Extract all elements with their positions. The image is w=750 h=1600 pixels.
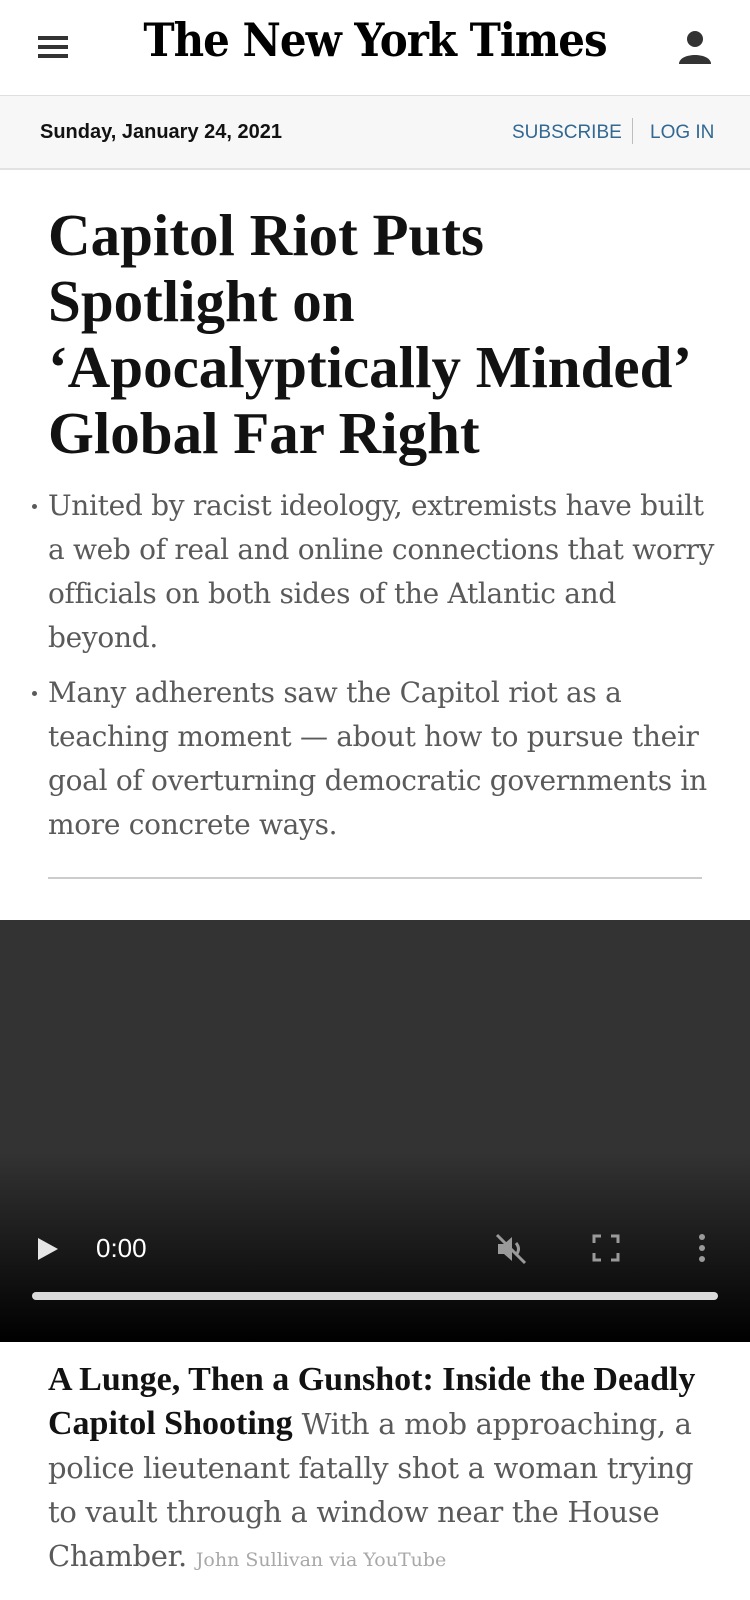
muted-volume-icon[interactable] (494, 1232, 528, 1266)
play-icon[interactable] (36, 1236, 60, 1262)
nyt-logo[interactable]: The New York Times (0, 14, 750, 67)
more-vertical-icon[interactable] (696, 1232, 708, 1264)
divider (632, 118, 633, 144)
video-player[interactable]: 0:00 (0, 920, 750, 1342)
current-date: Sunday, January 24, 2021 (40, 121, 282, 143)
article-headline[interactable]: Capitol Riot Puts Spotlight on ‘Apocalyp… (48, 202, 718, 466)
article-summary-list: United by racist ideology, extremists ha… (32, 484, 716, 858)
video-progress-bar[interactable] (32, 1292, 718, 1300)
subscribe-link[interactable]: SUBSCRIBE (512, 122, 622, 144)
video-credit: John Sullivan via YouTube (195, 1549, 447, 1571)
login-link[interactable]: LOG IN (650, 122, 714, 144)
top-navigation-bar: The New York Times (0, 0, 750, 96)
section-divider (48, 877, 702, 879)
summary-item: Many adherents saw the Capitol riot as a… (32, 671, 716, 847)
fullscreen-icon[interactable] (592, 1234, 620, 1262)
video-caption: A Lunge, Then a Gunshot: Inside the Dead… (48, 1358, 713, 1582)
video-time: 0:00 (96, 1233, 147, 1263)
date-bar: Sunday, January 24, 2021 SUBSCRIBE LOG I… (0, 96, 750, 170)
summary-item: United by racist ideology, extremists ha… (32, 484, 716, 660)
user-account-icon[interactable] (675, 28, 715, 68)
